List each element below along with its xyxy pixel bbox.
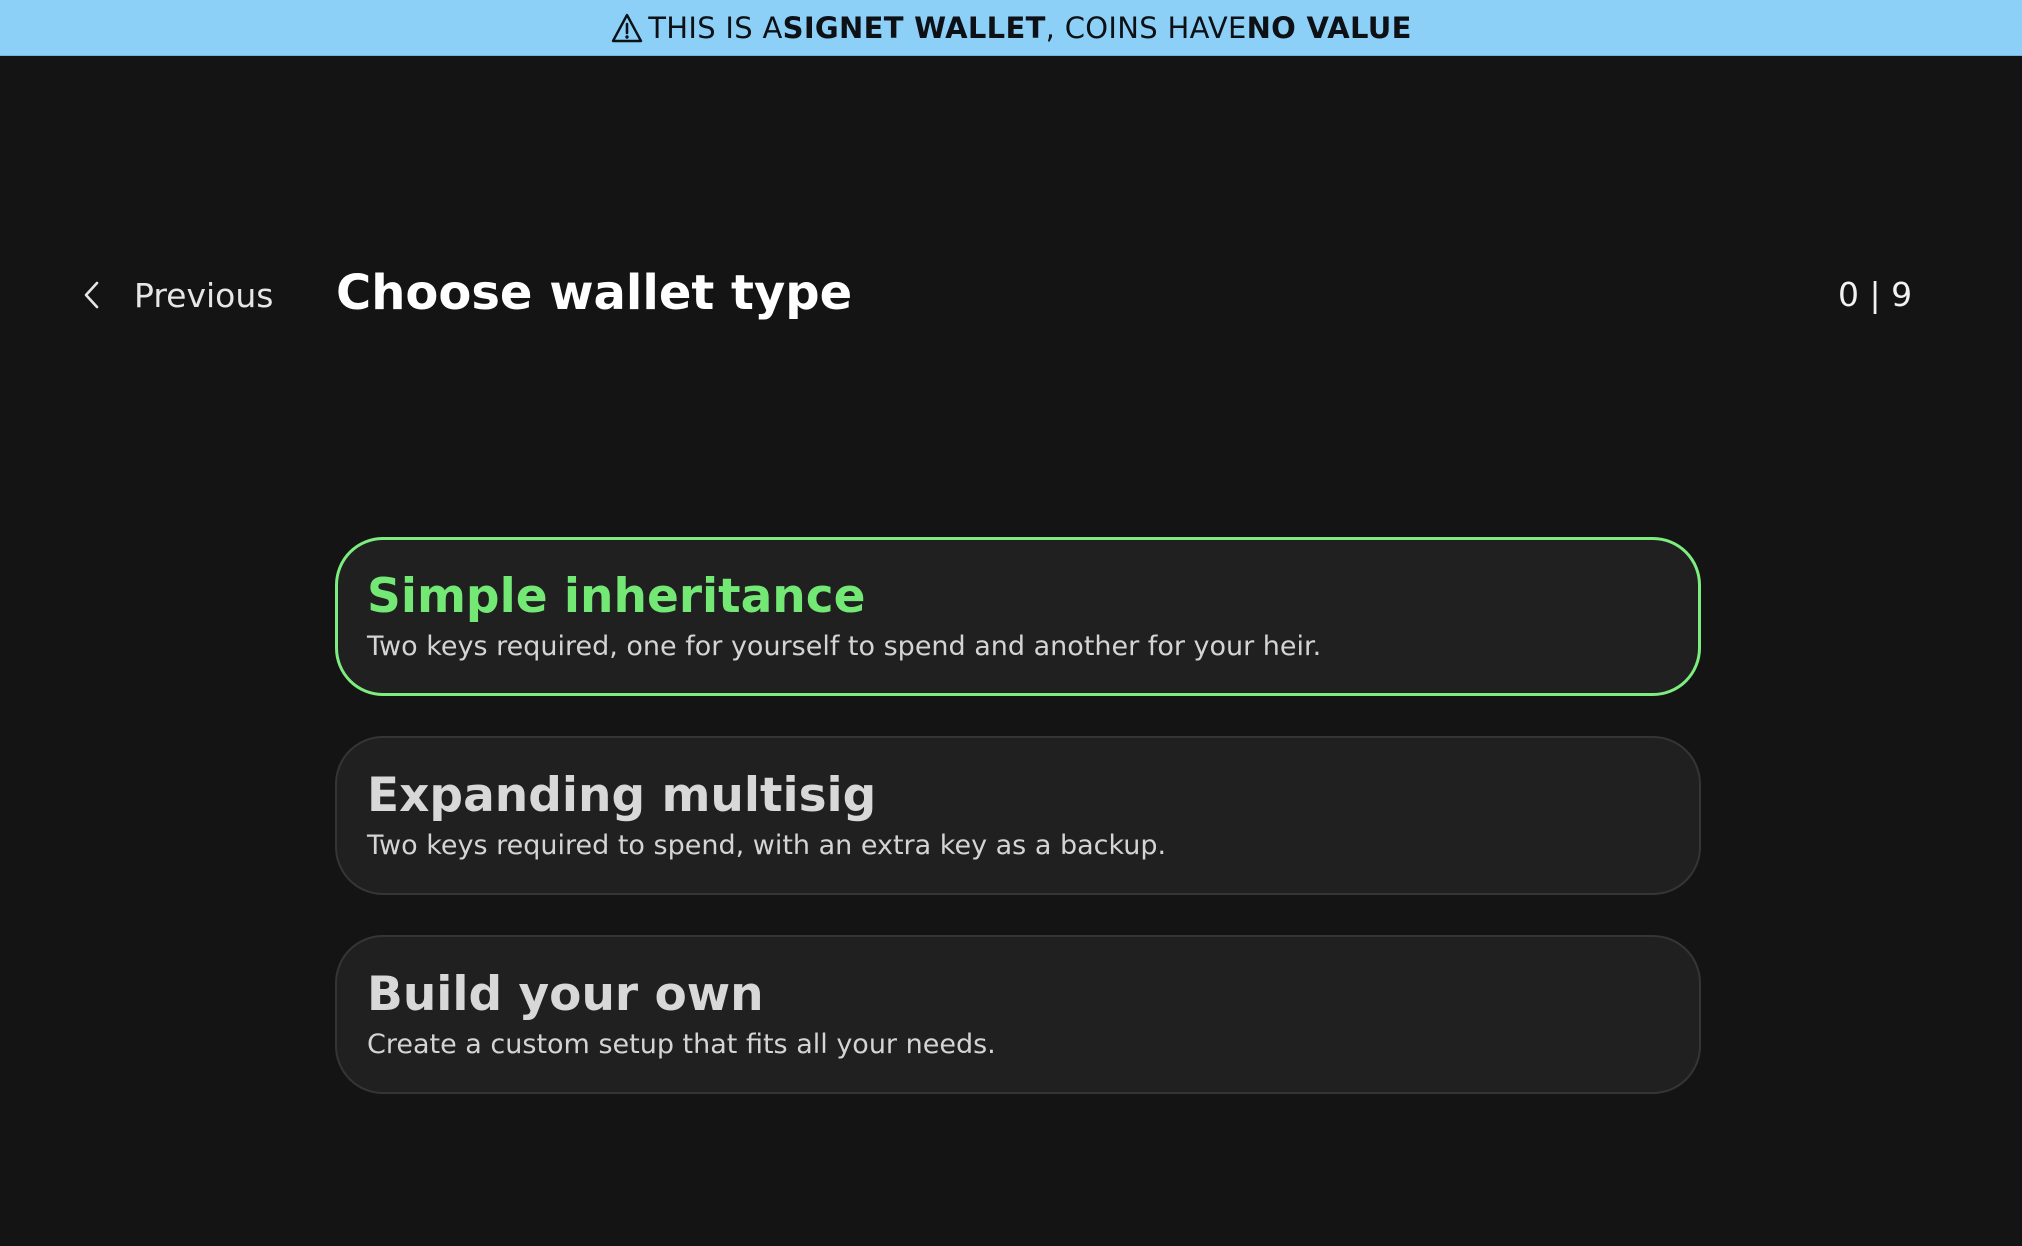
banner-text-signet-wallet: SIGNET WALLET [782,10,1046,45]
option-simple-inheritance[interactable]: Simple inheritance Two keys required, on… [335,537,1701,696]
option-expanding-multisig[interactable]: Expanding multisig Two keys required to … [335,736,1701,895]
previous-label: Previous [134,275,274,315]
wallet-type-options: Simple inheritance Two keys required, on… [335,537,1701,1134]
previous-button[interactable]: Previous [78,270,273,320]
signet-warning-banner: THIS IS A SIGNET WALLET , COINS HAVE NO … [0,0,2022,56]
option-title: Expanding multisig [367,768,877,823]
option-description: Two keys required, one for yourself to s… [367,631,1322,662]
step-counter: 0 | 9 [1838,275,1913,314]
option-build-your-own[interactable]: Build your own Create a custom setup tha… [335,935,1701,1094]
option-description: Create a custom setup that fits all your… [367,1029,996,1060]
option-description: Two keys required to spend, with an extr… [367,830,1167,861]
banner-text-no-value: NO VALUE [1246,10,1412,45]
option-title: Build your own [367,967,764,1022]
page-header: Previous Choose wallet type 0 | 9 [0,240,2022,350]
banner-text-part1: THIS IS A [648,10,783,45]
chevron-left-icon [78,277,106,313]
banner-text-part2: , COINS HAVE [1045,10,1247,45]
warning-icon [610,12,644,44]
page-title: Choose wallet type [336,265,853,321]
option-title: Simple inheritance [367,569,866,624]
